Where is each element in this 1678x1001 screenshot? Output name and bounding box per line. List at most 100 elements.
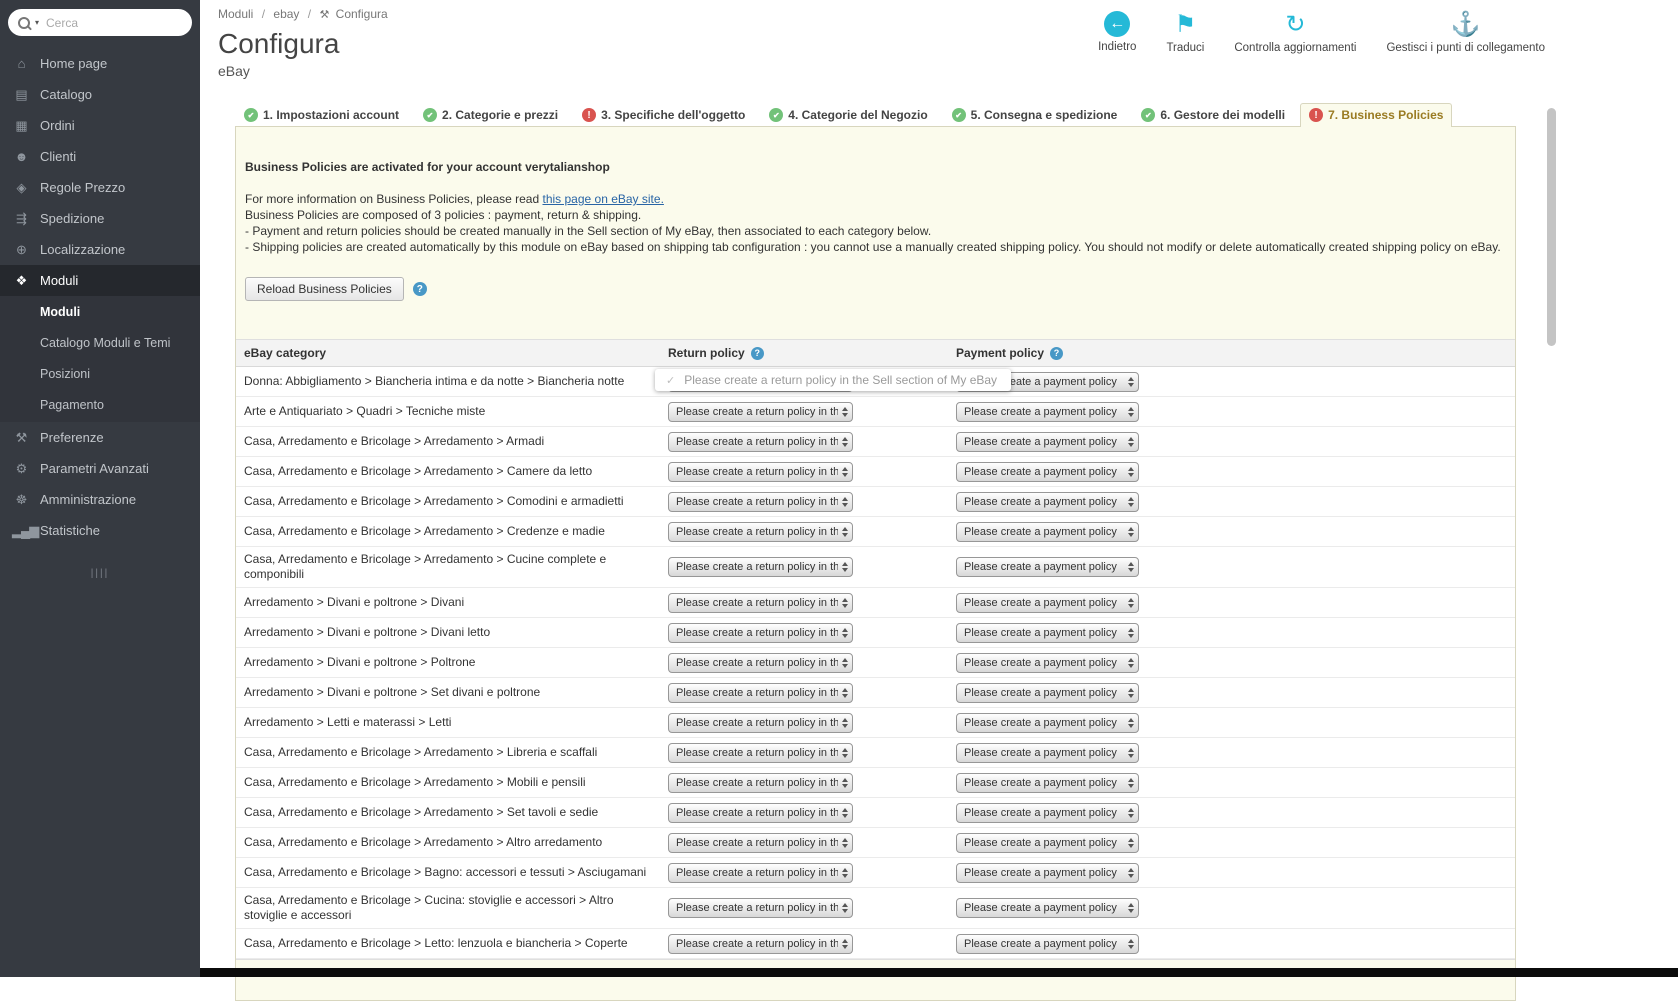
breadcrumb-moduli[interactable]: Moduli — [218, 7, 253, 21]
sidebar-item-label: Catalogo — [40, 87, 92, 102]
return-policy-select[interactable]: Please create a return policy in the Sel… — [668, 898, 853, 918]
payment-policy-select[interactable]: Please create a payment policy — [956, 863, 1139, 883]
return-policy-select[interactable]: Please create a return policy in the Sel… — [668, 402, 853, 422]
payment-policy-select[interactable]: Please create a payment policy — [956, 803, 1139, 823]
payment-policy-select[interactable]: Please create a payment policy — [956, 432, 1139, 452]
sidebar-item-preferences[interactable]: ⚒Preferenze — [0, 422, 200, 453]
return-policy-select[interactable]: Please create a return policy in the Sel… — [668, 492, 853, 512]
sidebar-item-home[interactable]: ⌂Home page — [0, 48, 200, 79]
return-policy-tooltip: ✓ Please create a return policy in the S… — [655, 369, 1011, 391]
return-policy-select[interactable]: Please create a return policy in the Sel… — [668, 522, 853, 542]
tab-3[interactable]: !3. Specifiche dell'oggetto — [573, 103, 754, 126]
payment-policy-select[interactable]: Please create a payment policy — [956, 773, 1139, 793]
toolbar-manage-hooks-button[interactable]: ⚓Gestisci i punti di collegamento — [1386, 10, 1545, 54]
category-cell: Casa, Arredamento e Bricolage > Arredame… — [236, 429, 668, 454]
sidebar-subitem[interactable]: Pagamento — [0, 390, 200, 421]
sidebar-subitem[interactable]: Moduli — [0, 297, 200, 328]
reload-business-policies-button[interactable]: Reload Business Policies — [245, 277, 404, 301]
sidebar-item-modules[interactable]: ❖Moduli — [0, 265, 200, 296]
selected-option: Please create a return policy in the Sel… — [676, 406, 838, 418]
return-policy-select[interactable]: Please create a return policy in the Sel… — [668, 773, 853, 793]
return-policy-select[interactable]: Please create a return policy in the Sel… — [668, 683, 853, 703]
toolbar-translate-button[interactable]: ⚑Traduci — [1166, 10, 1204, 54]
selected-option: Please create a return policy in the Sel… — [676, 657, 838, 669]
stepper-icon — [842, 808, 848, 818]
category-cell: Arredamento > Letti e materassi > Letti — [236, 710, 668, 735]
tab-1[interactable]: ✔1. Impostazioni account — [235, 103, 408, 126]
payment-policy-select[interactable]: Please create a payment policy — [956, 653, 1139, 673]
payment-policy-select[interactable]: Please create a payment policy — [956, 402, 1139, 422]
toolbar: ←Indietro ⚑Traduci ↻Controlla aggiornament… — [1098, 10, 1545, 54]
payment-policy-select[interactable]: Please create a payment policy — [956, 743, 1139, 763]
return-policy-select[interactable]: Please create a return policy in the Sel… — [668, 934, 853, 954]
stepper-icon — [842, 778, 848, 788]
payment-policy-select[interactable]: Please create a payment policy — [956, 833, 1139, 853]
tab-2[interactable]: ✔2. Categorie e prezzi — [414, 103, 567, 126]
return-policy-select[interactable]: Please create a return policy in the Sel… — [668, 462, 853, 482]
payment-policy-select[interactable]: Please create a payment policy — [956, 934, 1139, 954]
breadcrumb-ebay[interactable]: ebay — [273, 7, 299, 21]
payment-policy-select[interactable]: Please create a payment policy — [956, 492, 1139, 512]
table-row: Arredamento > Divani e poltrone > Divani… — [236, 618, 1515, 648]
reload-help-icon[interactable]: ? — [413, 282, 427, 296]
sidebar-subitem[interactable]: Posizioni — [0, 359, 200, 390]
payment-cell: Please create a payment policy — [956, 803, 1515, 823]
return-cell: Please create a return policy in the Sel… — [668, 683, 956, 703]
return-policy-select[interactable]: Please create a return policy in the Sel… — [668, 557, 853, 577]
stepper-icon — [842, 658, 848, 668]
return-policy-select[interactable]: Please create a return policy in the Sel… — [668, 713, 853, 733]
sidebar-item-price-rules[interactable]: ◈Regole Prezzo — [0, 172, 200, 203]
toolbar-back-button[interactable]: ←Indietro — [1098, 10, 1136, 53]
search-input[interactable] — [44, 15, 158, 31]
payment-policy-select[interactable]: Please create a payment policy — [956, 557, 1139, 577]
category-cell: Casa, Arredamento e Bricolage > Bagno: a… — [236, 860, 668, 885]
category-cell: Arredamento > Divani e poltrone > Divani… — [236, 620, 668, 645]
sidebar-subitem[interactable]: Catalogo Moduli e Temi — [0, 328, 200, 359]
category-cell: Casa, Arredamento e Bricolage > Arredame… — [236, 770, 668, 795]
toolbar-check-updates-button[interactable]: ↻Controlla aggiornamenti — [1234, 10, 1356, 54]
tab-5[interactable]: ✔5. Consegna e spedizione — [943, 103, 1127, 126]
sidebar-item-administration[interactable]: ☸Amministrazione — [0, 484, 200, 515]
sidebar-search[interactable]: ▾ — [8, 9, 192, 36]
return-policy-select[interactable]: Please create a return policy in the Sel… — [668, 743, 853, 763]
return-policy-select[interactable]: Please create a return policy in the Sel… — [668, 623, 853, 643]
table-row: Arredamento > Letti e materassi > LettiP… — [236, 708, 1515, 738]
payment-policy-select[interactable]: Please create a payment policy — [956, 593, 1139, 613]
return-policy-select[interactable]: Please create a return policy in the Sel… — [668, 833, 853, 853]
vertical-scrollbar-thumb[interactable] — [1547, 108, 1556, 346]
return-policy-select[interactable]: Please create a return policy in the Sel… — [668, 593, 853, 613]
sidebar-item-label: Statistiche — [40, 523, 100, 538]
return-policy-help-icon[interactable]: ? — [751, 347, 764, 360]
return-policy-select[interactable]: Please create a return policy in the Sel… — [668, 803, 853, 823]
tab-4[interactable]: ✔4. Categorie del Negozio — [760, 103, 936, 126]
search-scope-caret-icon[interactable]: ▾ — [35, 18, 39, 27]
payment-cell: Please create a payment policy — [956, 492, 1515, 512]
sidebar-collapse-handle[interactable]: |||| — [0, 568, 200, 579]
payment-policy-select[interactable]: Please create a payment policy — [956, 522, 1139, 542]
tab-7[interactable]: !7. Business Policies — [1300, 103, 1452, 127]
sidebar-item-orders[interactable]: ▦Ordini — [0, 110, 200, 141]
payment-policy-select[interactable]: Please create a payment policy — [956, 713, 1139, 733]
return-policy-select[interactable]: Please create a return policy in the Sel… — [668, 863, 853, 883]
selected-option: Please create a payment policy — [964, 406, 1124, 418]
return-policy-select[interactable]: Please create a return policy in the Sel… — [668, 653, 853, 673]
payment-policy-select[interactable]: Please create a payment policy — [956, 462, 1139, 482]
sidebar-item-label: Clienti — [40, 149, 76, 164]
payment-policy-select[interactable]: Please create a payment policy — [956, 623, 1139, 643]
sidebar-item-catalog[interactable]: ▤Catalogo — [0, 79, 200, 110]
price-rules-icon: ◈ — [12, 180, 30, 196]
payment-policy-select[interactable]: Please create a payment policy — [956, 898, 1139, 918]
sidebar-item-localization[interactable]: ⊕Localizzazione — [0, 234, 200, 265]
return-cell: Please create a return policy in the Sel… — [668, 833, 956, 853]
payment-policy-select[interactable]: Please create a payment policy — [956, 683, 1139, 703]
payment-policy-help-icon[interactable]: ? — [1050, 347, 1063, 360]
sidebar-item-shipping[interactable]: ⇶Spedizione — [0, 203, 200, 234]
sidebar-item-customers[interactable]: ☻Clienti — [0, 141, 200, 172]
return-policy-select[interactable]: Please create a return policy in the Sel… — [668, 432, 853, 452]
sidebar-item-stats[interactable]: ▂▄▆Statistiche — [0, 515, 200, 546]
sidebar-item-advanced-parameters[interactable]: ⚙Parametri Avanzati — [0, 453, 200, 484]
back-icon: ← — [1104, 11, 1130, 37]
sidebar-item-label: Preferenze — [40, 430, 104, 445]
tab-6[interactable]: ✔6. Gestore dei modelli — [1132, 103, 1294, 126]
ebay-info-link[interactable]: this page on eBay site. — [542, 192, 663, 206]
